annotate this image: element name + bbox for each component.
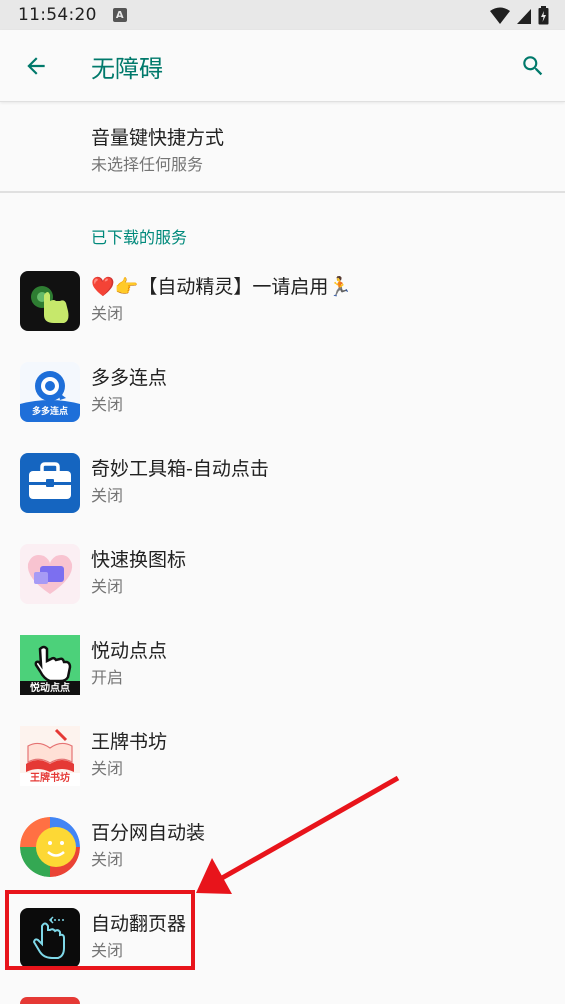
annotation-arrow	[196, 775, 400, 894]
